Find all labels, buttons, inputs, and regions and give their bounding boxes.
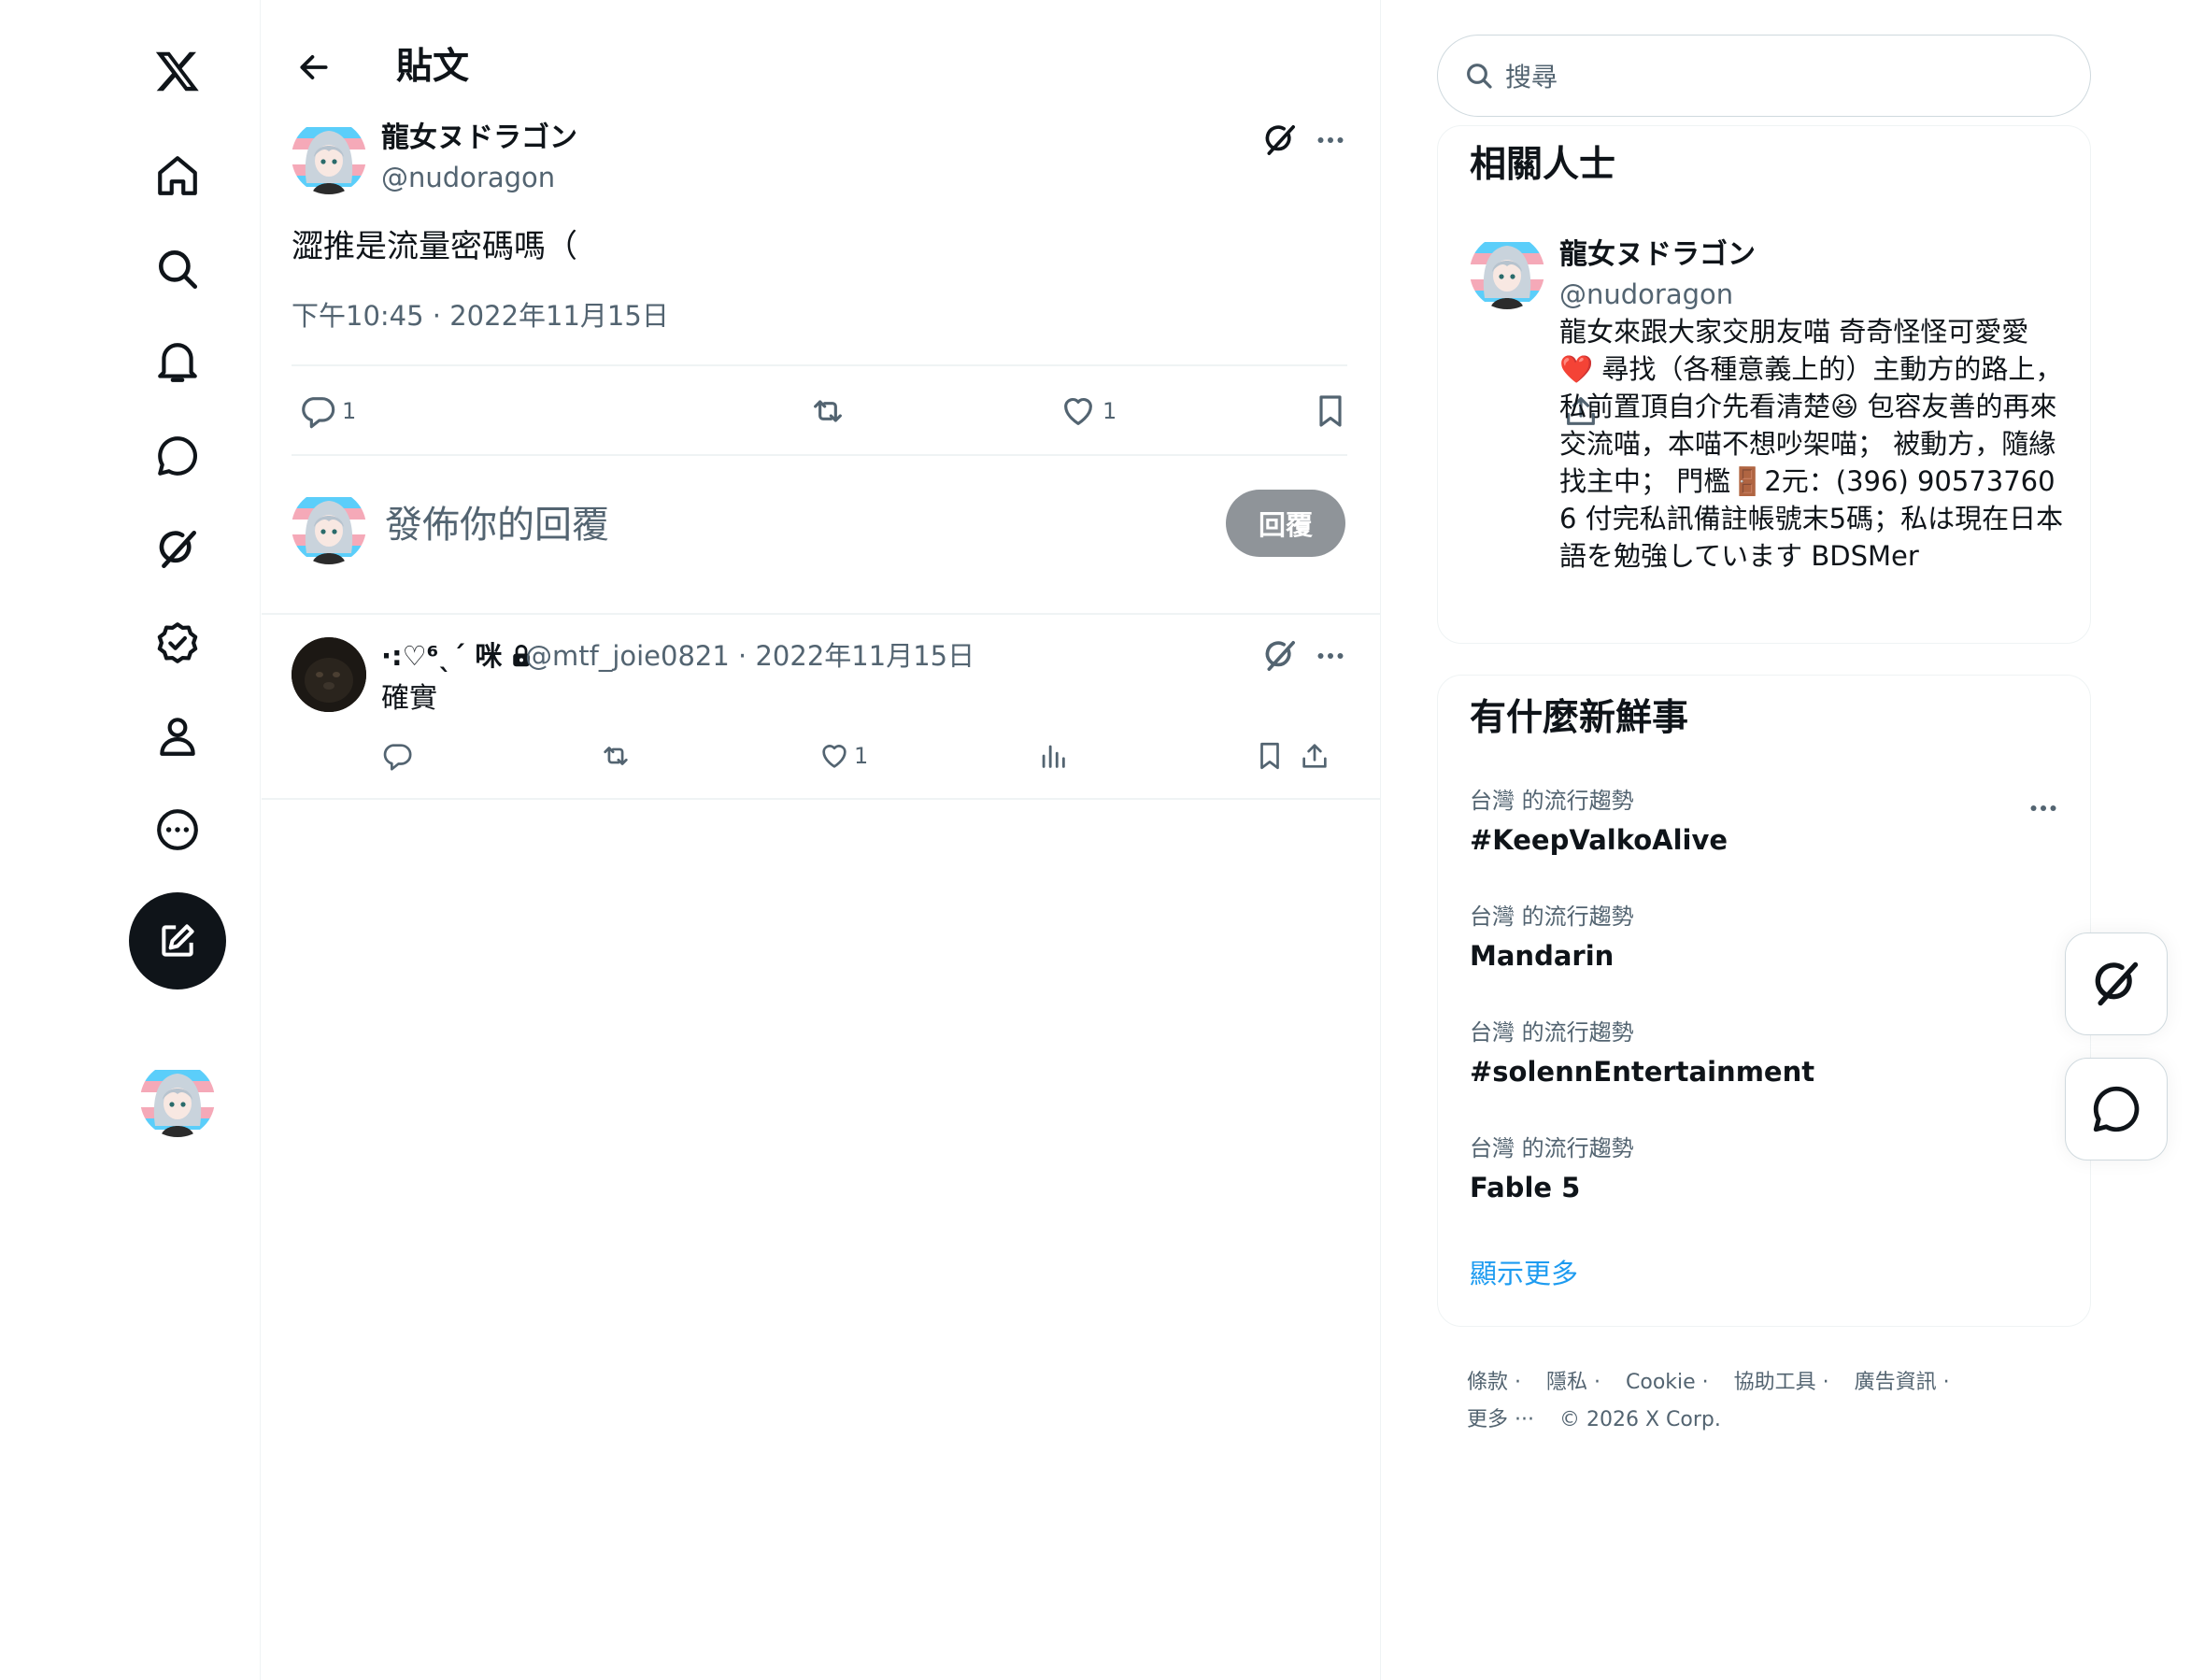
footer-link-ads[interactable]: 廣告資訊 · [1855,1371,1950,1394]
footer-link-privacy[interactable]: 隱私 · [1546,1371,1600,1394]
commenter-name[interactable]: ·:♡⁶ˎˊ 咪 [381,637,535,675]
more-circle-icon[interactable] [144,796,211,863]
repost-icon [604,747,628,765]
more-icon[interactable] [1312,121,1349,159]
like-action[interactable]: 1 [1060,392,1117,430]
divider [262,613,1381,615]
reply-input[interactable]: 發佈你的回覆 [385,495,609,555]
author-name[interactable]: 龍女ヌドラゴン [381,120,577,157]
bookmark-action[interactable] [1254,740,1286,772]
footer-link-cookie[interactable]: Cookie · [1626,1371,1709,1394]
trend-category: 台灣 的流行趨勢 [1470,1019,1634,1046]
message-icon[interactable] [144,422,211,490]
verified-icon[interactable] [144,609,211,676]
trend-category: 台灣 的流行趨勢 [1470,1135,1634,1161]
messages-float-button[interactable] [2065,1058,2168,1160]
footer-link-terms[interactable]: 條款 · [1467,1371,1521,1394]
compose-button[interactable] [129,892,226,989]
trend-item[interactable]: Fable 5 [1470,1169,1580,1206]
trend-item[interactable]: Mandarin [1470,937,1614,975]
trends-card: 有什麼新鮮事 台灣 的流行趨勢 #KeepValkoAlive 台灣 的流行趨勢… [1437,675,2091,1327]
post-timestamp[interactable]: 下午10:45 · 2022年11月15日 [292,297,669,335]
search-input[interactable]: 搜尋 [1505,57,1558,94]
repost-action[interactable] [809,392,846,430]
compose-icon [162,924,194,957]
avatar[interactable] [292,490,366,564]
heart-icon [1064,397,1092,425]
trend-item[interactable]: #solennEntertainment [1470,1053,1814,1090]
footer: 條款 · 隱私 · Cookie · 協助工具 · 廣告資訊 · 更多 ··· … [1467,1364,2065,1439]
grok-icon [2095,961,2139,1006]
reply-action[interactable] [381,740,413,772]
repost-action[interactable] [600,740,632,772]
like-action[interactable]: 1 [818,740,868,772]
heart-icon [822,745,846,768]
trend-category: 台灣 的流行趨勢 [1470,904,1634,930]
repost-icon [814,400,842,422]
reply-icon [302,397,335,429]
footer-copyright: © 2026 X Corp. [1558,1408,1721,1431]
grok-icon[interactable] [1261,637,1299,675]
reply-icon [383,744,412,771]
views-chart-icon [1042,745,1065,768]
related-name[interactable]: 龍女ヌドラゴン [1559,236,1756,274]
message-icon [2093,1086,2140,1132]
bell-icon[interactable] [144,329,211,396]
page-title: 貼文 [396,46,470,88]
bookmark-icon [1319,395,1342,427]
related-bio: 龍女來跟大家交朋友喵 奇奇怪怪可愛愛 ❤️ 尋找（各種意義上的）主動方的路上， … [1559,316,2064,572]
bookmark-icon [1260,742,1279,770]
search-bar[interactable]: 搜尋 [1437,35,2091,117]
home-icon[interactable] [144,142,211,209]
like-count: 1 [854,743,869,769]
footer-link-accessibility[interactable]: 協助工具 · [1734,1371,1829,1394]
related-handle[interactable]: @nudoragon [1559,276,1733,313]
footer-link-more[interactable]: 更多 ··· [1467,1408,1534,1431]
like-count: 1 [1102,398,1117,424]
more-icon[interactable] [1312,637,1349,675]
share-action[interactable] [1299,740,1330,772]
author-avatar[interactable] [292,120,366,194]
reply-button[interactable]: 回覆 [1226,490,1345,557]
divider [262,798,1381,800]
comment-text: 確實 [381,682,437,715]
trend-category: 台灣 的流行趨勢 [1470,788,1634,814]
views-action[interactable] [1037,740,1069,772]
share-icon [1302,744,1327,768]
arrow-left-icon [300,55,328,79]
grok-icon[interactable] [144,516,211,583]
divider [292,364,1347,366]
commenter-meta[interactable]: @mtf_joie0821 · 2022年11月15日 [525,637,974,675]
x-logo-icon[interactable] [144,37,211,105]
trend-item[interactable]: #KeepValkoAlive [1470,821,1728,859]
reply-action[interactable]: 1 [299,392,356,430]
related-people-card: 相關人士 龍女ヌドラゴン @nudoragon 龍女來跟大家交朋友喵 奇奇怪怪可… [1437,125,2091,644]
profile-icon[interactable] [144,703,211,770]
reply-count: 1 [342,398,357,424]
commenter-name-text: ·:♡⁶ˎˊ 咪 [381,640,503,672]
left-nav [0,0,261,1680]
back-button[interactable] [288,45,340,90]
post-text: 澀推是流量密碼嗎（ [292,228,577,265]
page: 貼文 龍女ヌドラゴン @nudoragon 澀推是流量密碼嗎（ 下午10:45 … [0,0,2205,1680]
related-title: 相關人士 [1470,144,1616,186]
avatar[interactable] [140,1062,215,1137]
search-icon [1467,64,1492,89]
show-more-link[interactable]: 顯示更多 [1470,1255,1578,1292]
bookmark-action[interactable] [1312,392,1349,430]
more-icon[interactable] [2025,790,2062,827]
divider [292,454,1347,456]
main-column: 貼文 龍女ヌドラゴン @nudoragon 澀推是流量密碼嗎（ 下午10:45 … [262,0,1595,1680]
commenter-avatar[interactable] [292,637,366,712]
grok-float-button[interactable] [2065,933,2168,1035]
related-avatar[interactable] [1470,235,1544,309]
search-icon[interactable] [144,235,211,303]
grok-icon[interactable] [1261,121,1299,159]
trends-title: 有什麼新鮮事 [1470,697,1689,739]
author-handle[interactable]: @nudoragon [381,159,555,196]
